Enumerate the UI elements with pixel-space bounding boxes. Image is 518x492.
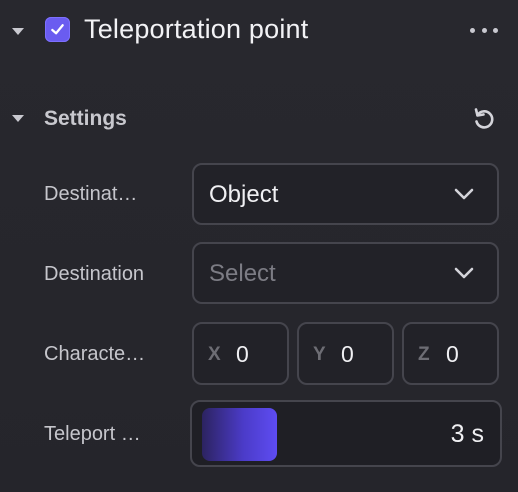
destination-placeholder: Select — [209, 260, 276, 287]
character-y-field[interactable]: Y 0 — [297, 322, 394, 385]
teleport-duration-slider[interactable]: 3 s — [190, 400, 502, 467]
reset-icon[interactable] — [470, 105, 498, 133]
destination-select[interactable]: Select — [192, 242, 499, 304]
destination-type-label: Destinat… — [44, 183, 138, 205]
more-dot — [493, 27, 498, 33]
chevron-down-icon — [454, 267, 474, 279]
destination-type-select[interactable]: Object — [192, 163, 499, 225]
teleport-duration-value: 3 s — [450, 420, 484, 448]
destination-type-value: Object — [209, 181, 279, 208]
slider-fill — [202, 408, 277, 461]
settings-title: Settings — [44, 107, 127, 130]
z-value: 0 — [446, 341, 459, 367]
component-title: Teleportation point — [84, 14, 309, 44]
more-horizontal-icon — [470, 27, 475, 33]
more-options-button[interactable] — [470, 22, 498, 38]
z-axis-label: Z — [418, 344, 430, 365]
settings-caret-icon[interactable] — [12, 115, 24, 122]
more-dot — [481, 27, 487, 33]
character-x-field[interactable]: X 0 — [192, 322, 289, 385]
character-z-field[interactable]: Z 0 — [402, 322, 499, 385]
destination-label: Destination — [44, 263, 145, 285]
x-axis-label: X — [208, 344, 221, 365]
x-value: 0 — [236, 341, 249, 367]
settings-section-header[interactable]: Settings — [0, 98, 518, 140]
checkmark-icon — [51, 24, 64, 35]
character-label: Characte… — [44, 343, 146, 365]
chevron-down-icon — [454, 188, 474, 200]
y-value: 0 — [341, 341, 354, 367]
teleportation-panel: Teleportation point Settings Destinat… O… — [0, 0, 518, 492]
enable-checkbox[interactable] — [45, 17, 70, 42]
collapse-caret-icon[interactable] — [12, 28, 24, 35]
component-header: Teleportation point — [0, 0, 518, 62]
teleport-label: Teleport … — [44, 423, 141, 445]
y-axis-label: Y — [313, 344, 326, 365]
